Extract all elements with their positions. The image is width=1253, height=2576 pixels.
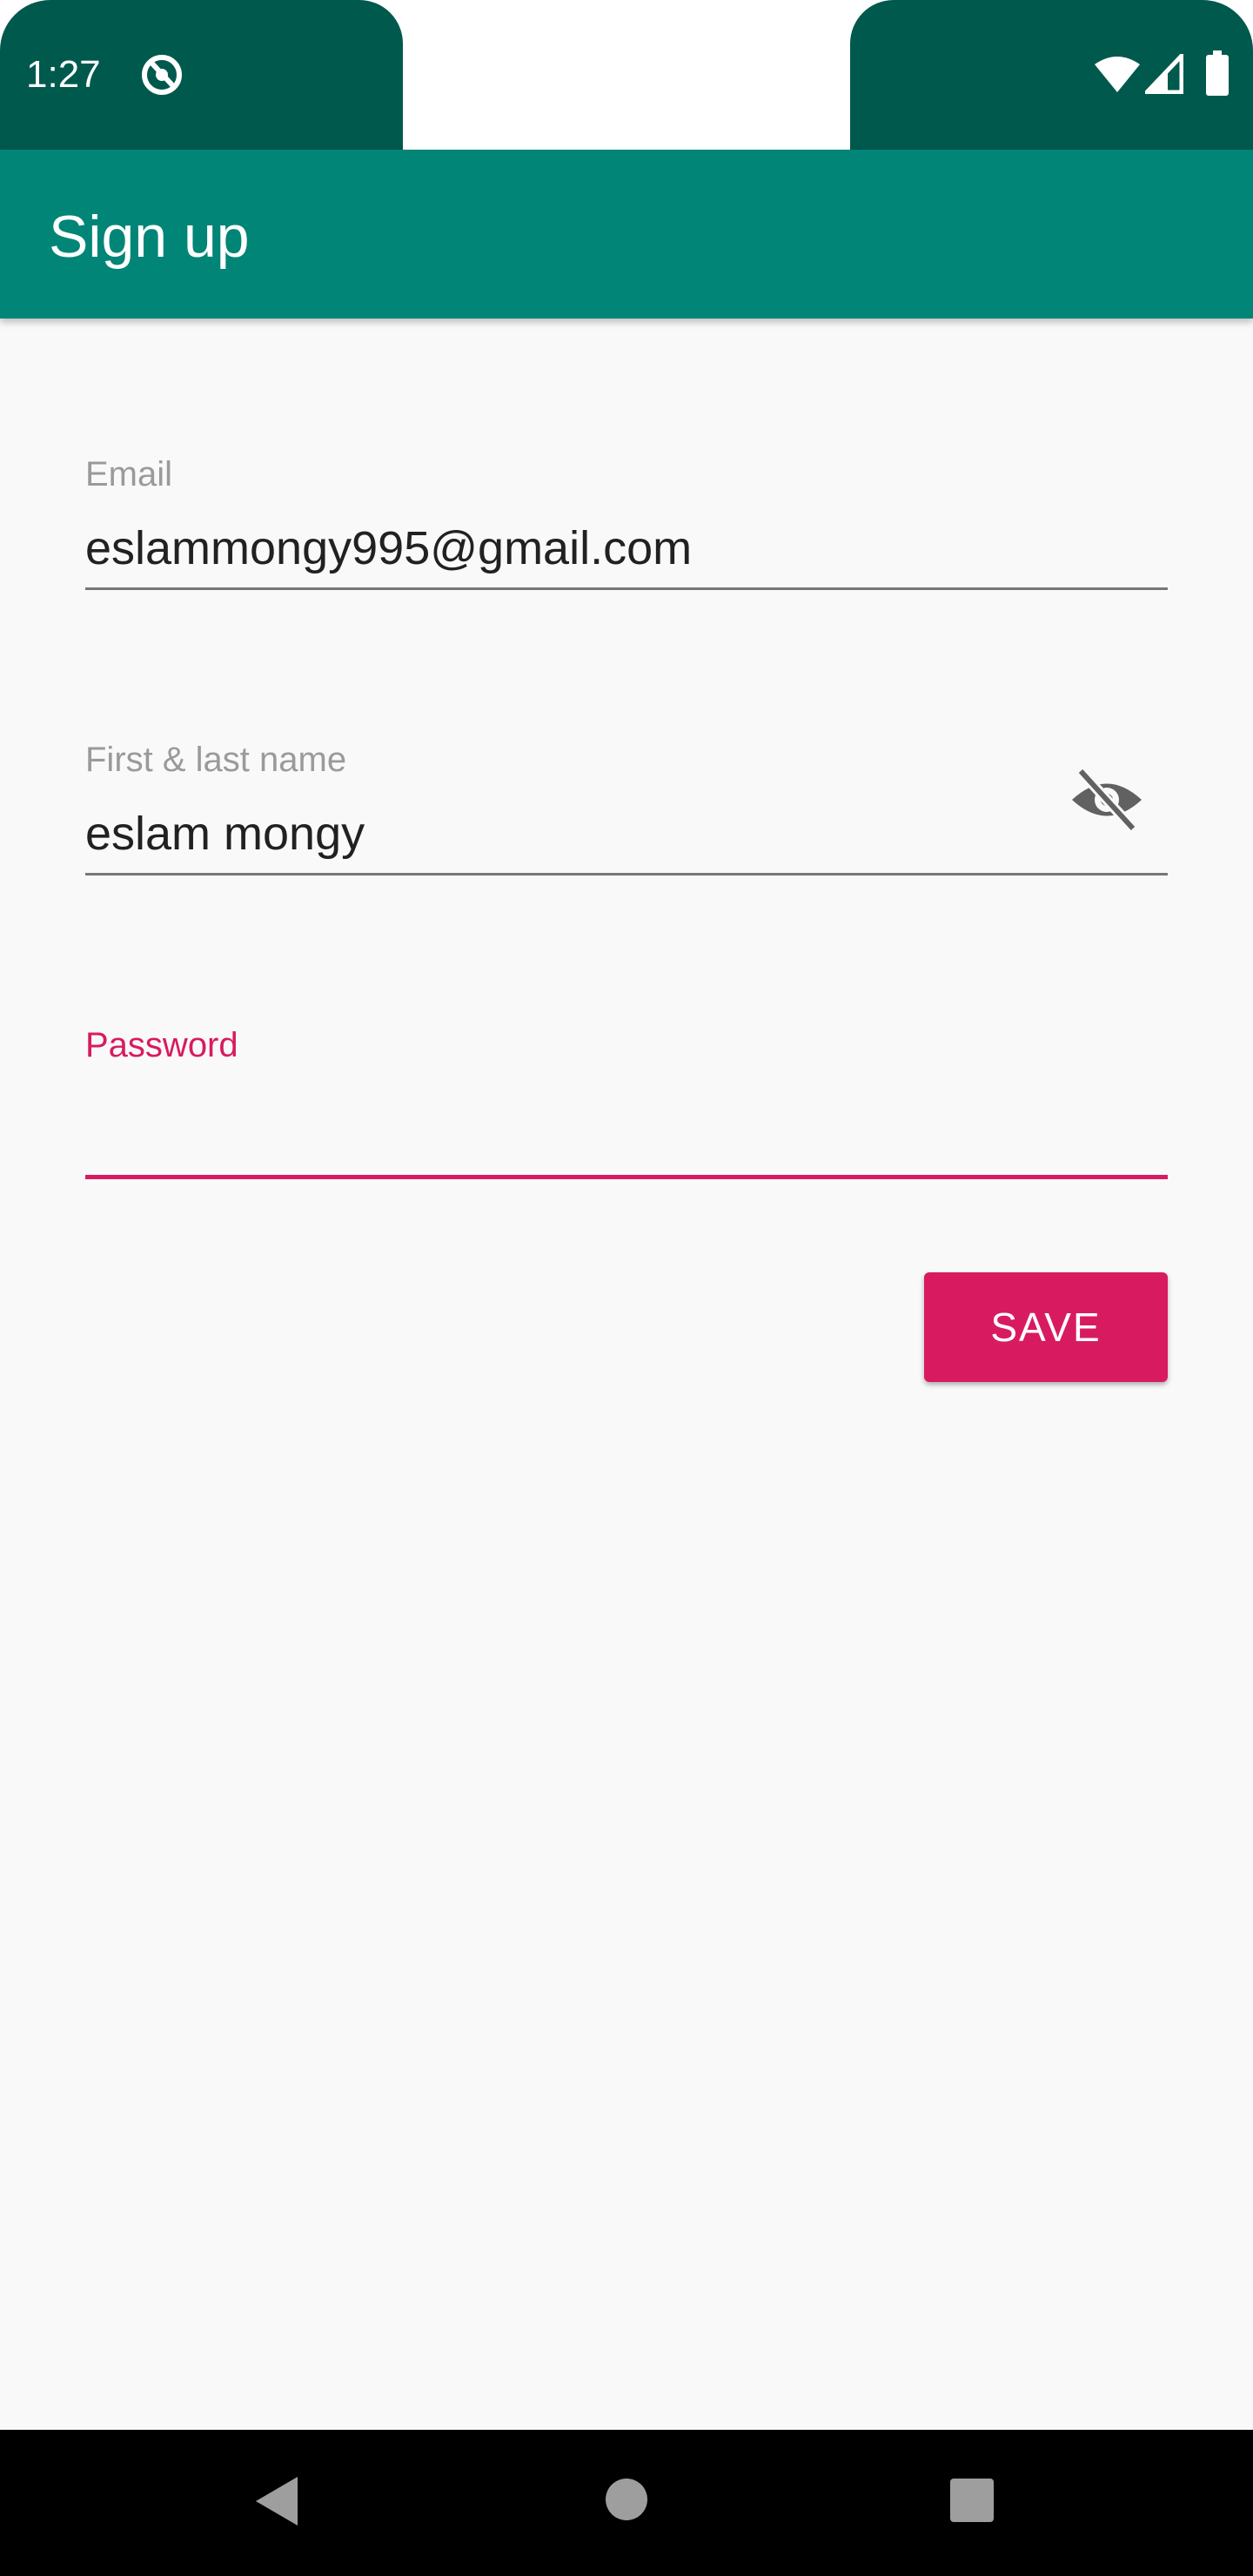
name-label: First & last name [85,741,347,779]
battery-icon [1206,50,1229,96]
visibility-off-icon[interactable] [1069,766,1145,834]
navigation-bar [0,2430,1253,2576]
email-underline [85,587,1168,590]
recents-icon[interactable] [948,2477,995,2524]
password-field[interactable] [85,1093,1042,1149]
back-icon[interactable] [252,2473,301,2529]
save-button[interactable]: SAVE [924,1272,1168,1382]
name-underline [85,873,1168,875]
password-underline [85,1175,1168,1179]
status-time: 1:27 [26,53,101,96]
wifi-icon [1095,57,1140,92]
email-label: Email [85,455,173,493]
status-bar-left: 1:27 [0,0,403,150]
status-bar: 1:27 [0,0,1253,150]
display-cutout [403,0,850,146]
app-notification-icon [142,55,182,95]
app-bar: Sign up [0,150,1253,319]
sign-up-form: Email eslammongy995@gmail.com First & la… [0,319,1253,2430]
name-field[interactable]: eslam mongy [85,806,365,862]
cell-signal-icon [1145,54,1183,94]
email-field[interactable]: eslammongy995@gmail.com [85,520,692,576]
status-bar-right [850,0,1253,150]
page-title: Sign up [49,204,250,270]
password-label: Password [85,1026,238,1064]
home-icon[interactable] [604,2477,649,2522]
